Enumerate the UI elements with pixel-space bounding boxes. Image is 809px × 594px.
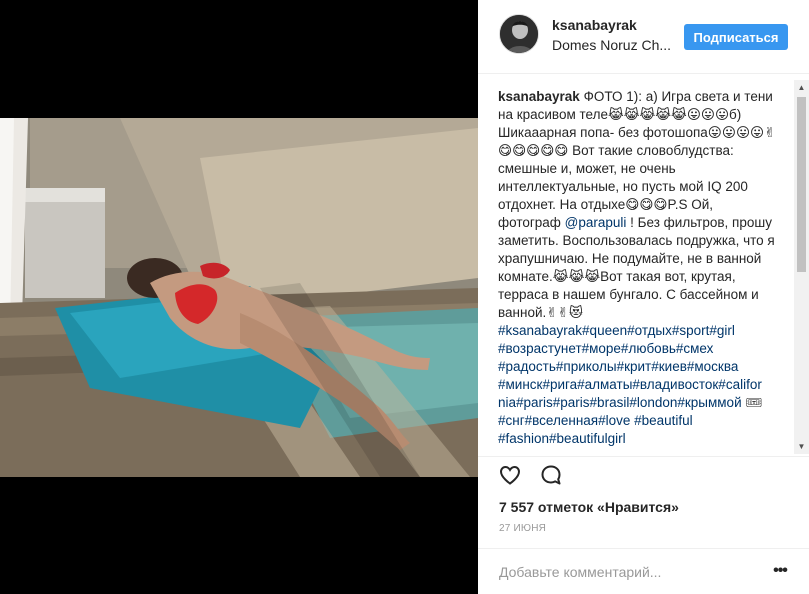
caption-author-link[interactable]: ksanabayrak [498,89,580,104]
post-caption: ksanabayrak ФОТО 1): а) Игра света и тен… [498,88,778,456]
heart-icon[interactable] [498,463,522,487]
more-options-icon[interactable]: ••• [768,561,792,581]
username-link[interactable]: ksanabayrak [552,17,637,33]
caption-mention-link[interactable]: @parapuli [565,215,627,230]
follow-button[interactable]: Подписаться [684,24,788,50]
post-side-panel: ksanabayrak Domes Noruz Ch... Подписатьс… [478,0,809,594]
caption-text: ФОТО 1): а) Игра света и тени на красиво… [498,89,776,230]
likes-count[interactable]: 7 557 отметок «Нравится» [499,499,679,515]
post-date[interactable]: 27 ИЮНЯ [499,523,546,534]
comment-input[interactable] [499,562,759,582]
scroll-up-arrow-icon[interactable]: ▲ [794,80,809,95]
caption-scrollbar[interactable]: ▲ ▼ [794,80,809,454]
avatar[interactable] [499,14,539,54]
post-photo[interactable] [0,118,478,477]
post-actions [478,456,809,492]
photo-image [0,118,478,477]
caption-hashtags[interactable]: #снг#вселенная#love #beautiful #fashion#… [498,413,693,446]
scroll-down-arrow-icon[interactable]: ▼ [794,439,809,454]
post-header: ksanabayrak Domes Noruz Ch... Подписатьс… [478,0,809,74]
caption-text: 🎟 [741,395,763,410]
comment-bar: ••• [478,548,809,594]
location-link[interactable]: Domes Noruz Ch... [552,37,672,53]
comment-icon[interactable] [539,463,563,487]
caption-text: ! Без фильтров, прошу заметить. Воспольз… [498,215,775,320]
avatar-image [500,15,538,53]
post-media [0,0,478,594]
scrollbar-thumb[interactable] [797,97,806,272]
caption-hashtags[interactable]: #ksanabayrak#queen#отдых#sport#girl #воз… [498,323,762,410]
